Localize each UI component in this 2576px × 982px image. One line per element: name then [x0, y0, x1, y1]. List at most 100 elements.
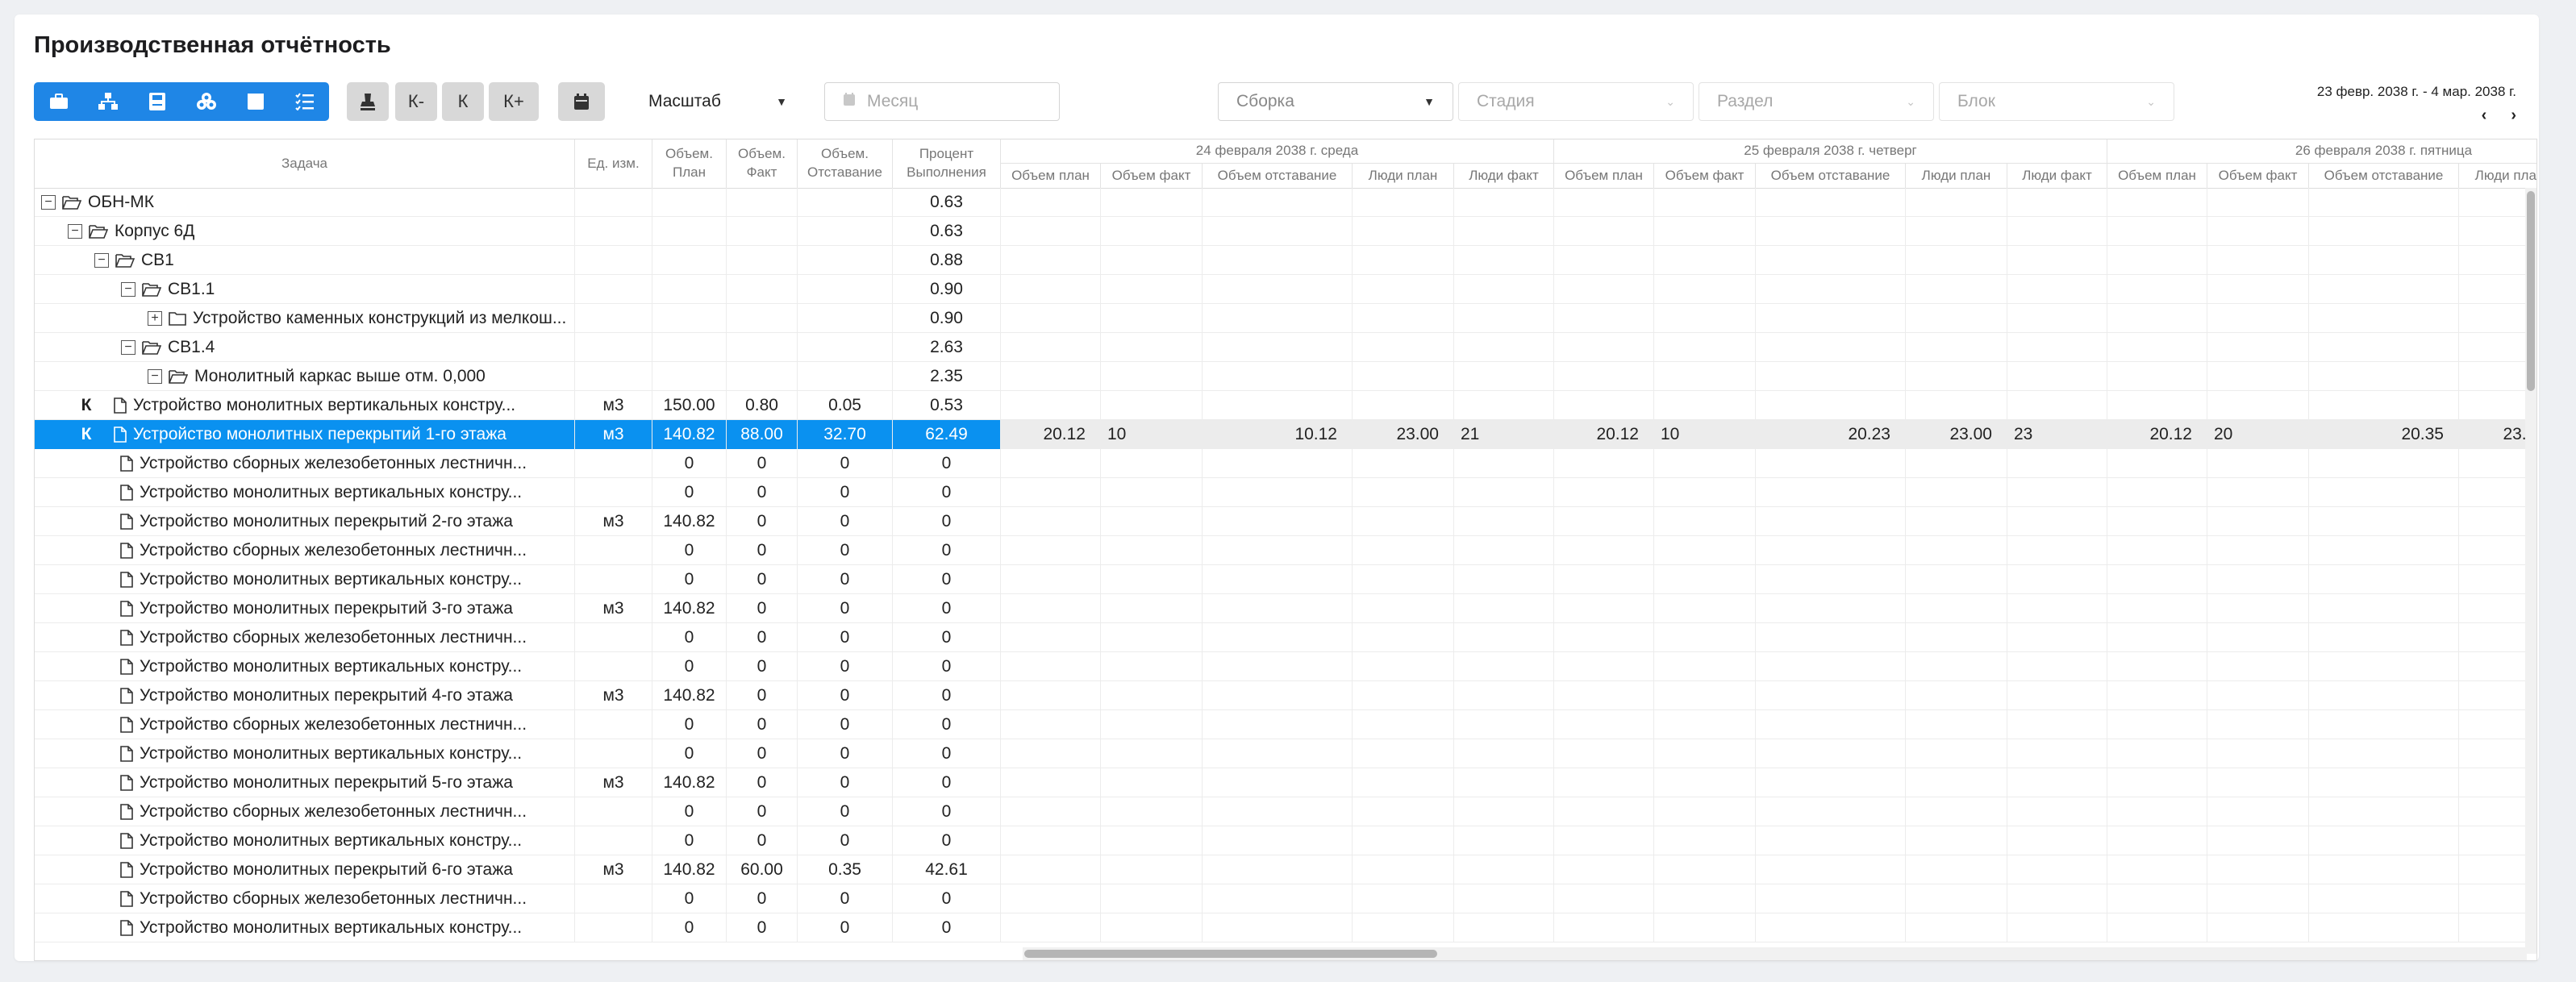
day-cell[interactable] [1454, 768, 1554, 797]
day-cell[interactable] [1906, 565, 2007, 594]
day-cell[interactable] [1454, 739, 1554, 768]
day-cell[interactable] [1554, 826, 1654, 855]
day-cell[interactable] [2207, 565, 2309, 594]
day-cell[interactable]: 20 [2207, 420, 2309, 449]
day-cell[interactable] [1654, 652, 1756, 681]
table-row[interactable]: − СВ1.4 2.63 [35, 333, 2536, 362]
table-row[interactable]: − ОБН-МК 0.63 [35, 188, 2536, 217]
day-cell[interactable] [2309, 565, 2459, 594]
list-check-icon[interactable] [280, 82, 329, 121]
day-cell[interactable] [1101, 507, 1203, 536]
day-cell[interactable] [1454, 710, 1554, 739]
day-cell[interactable] [1756, 188, 1906, 217]
day-cell[interactable] [2107, 797, 2207, 826]
day-cell[interactable] [1101, 826, 1203, 855]
collapse-icon[interactable]: − [68, 224, 82, 239]
day-cell[interactable] [2309, 478, 2459, 507]
save-icon[interactable] [132, 82, 181, 121]
day-cell[interactable] [1756, 623, 1906, 652]
table-row[interactable]: Устройство монолитных перекрытий 6-го эт… [35, 855, 2536, 884]
day-cell[interactable] [1554, 768, 1654, 797]
day-cell[interactable] [1001, 768, 1101, 797]
day-cell[interactable] [1756, 391, 1906, 420]
day-cell[interactable] [1756, 710, 1906, 739]
sitemap-icon[interactable] [83, 82, 132, 121]
day-cell[interactable] [2107, 217, 2207, 246]
day-cell[interactable] [1101, 565, 1203, 594]
day-cell[interactable] [1654, 362, 1756, 391]
day-cell[interactable] [2007, 797, 2107, 826]
day-cell[interactable] [1203, 188, 1353, 217]
task-cell[interactable]: Устройство сборных железобетонных лестни… [35, 797, 575, 826]
day-cell[interactable] [1654, 304, 1756, 333]
table-row[interactable]: Устройство монолитных перекрытий 2-го эт… [35, 507, 2536, 536]
day-cell[interactable] [2309, 739, 2459, 768]
day-cell[interactable] [2007, 594, 2107, 623]
day-cell[interactable]: 10 [1101, 420, 1203, 449]
day-cell[interactable] [2007, 913, 2107, 942]
day-cell[interactable] [2107, 391, 2207, 420]
task-cell[interactable]: − СВ1 [35, 246, 575, 275]
header-day-col[interactable]: Объем отставание [2309, 164, 2459, 188]
day-cell[interactable] [2309, 246, 2459, 275]
day-cell[interactable] [1554, 594, 1654, 623]
day-cell[interactable] [1001, 652, 1101, 681]
day-cell[interactable] [1353, 536, 1454, 565]
day-cell[interactable] [1906, 275, 2007, 304]
day-cell[interactable] [1654, 884, 1756, 913]
day-cell[interactable] [1654, 507, 1756, 536]
day-cell[interactable] [1353, 507, 1454, 536]
day-cell[interactable] [1203, 710, 1353, 739]
day-cell[interactable] [1654, 449, 1756, 478]
day-cell[interactable] [1554, 855, 1654, 884]
task-cell[interactable]: Устройство сборных железобетонных лестни… [35, 623, 575, 652]
day-cell[interactable] [2007, 304, 2107, 333]
day-cell[interactable] [1454, 797, 1554, 826]
table-row[interactable]: − Корпус 6Д 0.63 [35, 217, 2536, 246]
day-cell[interactable] [2007, 217, 2107, 246]
day-cell[interactable] [2207, 362, 2309, 391]
day-cell[interactable] [2107, 826, 2207, 855]
day-cell[interactable] [2309, 449, 2459, 478]
chevron-left-icon[interactable]: ‹ [2482, 106, 2487, 125]
day-cell[interactable] [1454, 217, 1554, 246]
day-cell[interactable] [1756, 362, 1906, 391]
day-cell[interactable] [2107, 855, 2207, 884]
header-day-col[interactable]: Объем отставание [1756, 164, 1906, 188]
task-cell[interactable]: Устройство монолитных перекрытий 3-го эт… [35, 594, 575, 623]
day-cell[interactable] [1353, 449, 1454, 478]
day-cell[interactable] [1353, 362, 1454, 391]
day-cell[interactable] [1203, 594, 1353, 623]
day-cell[interactable] [2207, 681, 2309, 710]
day-cell[interactable] [1554, 681, 1654, 710]
day-cell[interactable] [2207, 217, 2309, 246]
day-cell[interactable] [1101, 217, 1203, 246]
day-cell[interactable] [1203, 797, 1353, 826]
day-cell[interactable] [1554, 884, 1654, 913]
day-cell[interactable] [2107, 507, 2207, 536]
task-cell[interactable]: Устройство сборных железобетонных лестни… [35, 710, 575, 739]
day-cell[interactable] [1906, 478, 2007, 507]
day-cell[interactable] [2107, 275, 2207, 304]
day-cell[interactable] [2309, 507, 2459, 536]
table-row[interactable]: Устройство монолитных перекрытий 3-го эт… [35, 594, 2536, 623]
day-cell[interactable] [1101, 333, 1203, 362]
day-cell[interactable] [1554, 246, 1654, 275]
day-cell[interactable] [1454, 855, 1554, 884]
day-cell[interactable] [1353, 594, 1454, 623]
day-cell[interactable]: 20.12 [1001, 420, 1101, 449]
day-cell[interactable] [1554, 565, 1654, 594]
day-cell[interactable] [1101, 478, 1203, 507]
day-cell[interactable] [2207, 507, 2309, 536]
day-cell[interactable] [2007, 884, 2107, 913]
day-cell[interactable] [1906, 681, 2007, 710]
day-cell[interactable] [2309, 797, 2459, 826]
day-cell[interactable] [2007, 478, 2107, 507]
task-cell[interactable]: − Монолитный каркас выше отм. 0,000 [35, 362, 575, 391]
day-cell[interactable] [1353, 884, 1454, 913]
task-cell[interactable]: − СВ1.1 [35, 275, 575, 304]
day-cell[interactable] [1756, 855, 1906, 884]
day-cell[interactable] [2007, 333, 2107, 362]
task-cell[interactable]: − Корпус 6Д [35, 217, 575, 246]
day-cell[interactable] [1454, 275, 1554, 304]
